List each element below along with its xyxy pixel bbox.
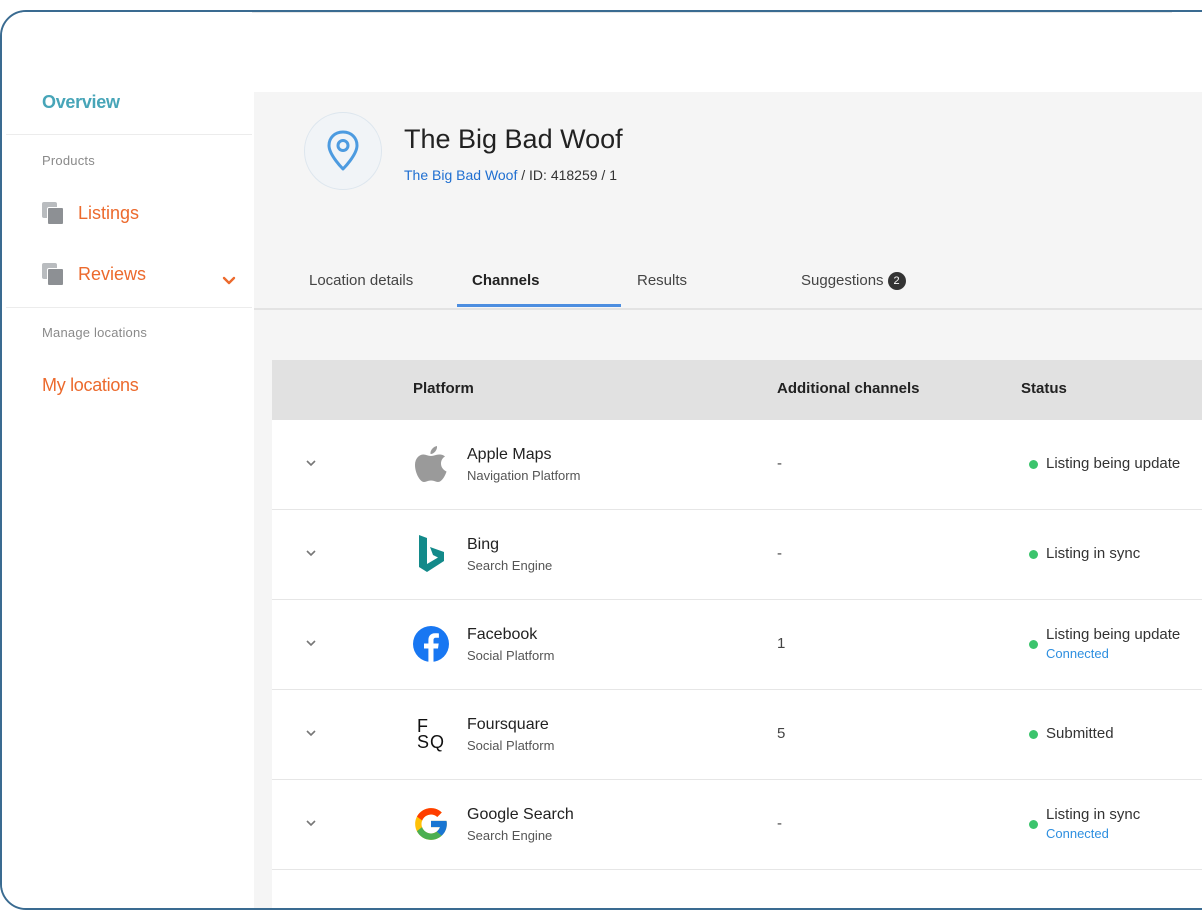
breadcrumb: The Big Bad Woof / ID: 418259 / 1 [404,167,617,183]
connected-link[interactable]: Connected [1046,826,1140,841]
column-header-platform[interactable]: Platform [413,380,474,397]
channels-table: Platform Additional channels Status Appl… [272,360,1202,908]
tab-label: Suggestions [801,272,884,289]
facebook-icon [412,624,450,664]
sidebar: Overview Products Listings Reviews Manag… [2,12,252,908]
tab-channels[interactable]: Channels [472,272,540,289]
status-cell: Listing being update Connected [1029,626,1180,661]
sidebar-item-label: Reviews [78,263,147,284]
expand-chevron-icon[interactable] [304,816,318,830]
status-cell: Listing being update [1029,455,1180,472]
tab-results[interactable]: Results [637,272,687,289]
platform-name: Apple Maps [467,446,552,463]
page-title: The Big Bad Woof [404,124,623,154]
status-dot-icon [1029,550,1038,559]
additional-channels-value: 5 [777,725,786,742]
status-text: Listing in sync [1046,545,1141,562]
app-window: Overview Products Listings Reviews Manag… [0,10,1202,910]
sidebar-section-products: Products [42,153,95,168]
reviews-icon [42,263,64,286]
status-dot-icon [1029,730,1038,739]
platform-name: Google Search [467,806,574,823]
additional-channels-value: - [777,815,782,832]
expand-chevron-icon[interactable] [304,726,318,740]
status-text: Listing being update Connected [1046,626,1180,661]
platform-type: Social Platform [467,738,555,753]
sidebar-divider [6,134,252,135]
table-row[interactable]: Facebook Social Platform 1 Listing being… [272,600,1202,690]
main-content: The Big Bad Woof The Big Bad Woof / ID: … [254,92,1202,908]
status-cell: Listing in sync Connected [1029,806,1140,841]
platform-name: Facebook [467,626,538,643]
tab-bar: Location details Channels Results Sugges… [254,262,1202,310]
sidebar-item-overview[interactable]: Overview [42,92,120,113]
table-row[interactable]: Bing Search Engine - Listing in sync [272,510,1202,600]
sidebar-divider [6,307,252,308]
platform-name: Bing [467,536,500,553]
tab-location-details[interactable]: Location details [309,272,413,289]
table-row[interactable] [272,870,1202,908]
chevron-down-icon[interactable] [220,272,238,290]
tab-suggestions[interactable]: Suggestions 2 [801,272,906,290]
sidebar-item-label: Listings [78,202,140,223]
active-tab-indicator [457,304,621,307]
expand-chevron-icon[interactable] [304,636,318,650]
status-label: Listing being update [1046,626,1181,643]
sidebar-item-my-locations[interactable]: My locations [42,375,139,396]
status-dot-icon [1029,820,1038,829]
platform-name: Foursquare [467,716,549,733]
status-label: Listing in sync [1046,806,1141,823]
status-cell: Submitted [1029,725,1114,742]
column-header-additional-channels[interactable]: Additional channels [777,380,920,397]
table-row[interactable]: F SQ Foursquare Social Platform 5 Submit… [272,690,1202,780]
status-dot-icon [1029,460,1038,469]
table-row[interactable]: Google Search Search Engine - Listing in… [272,780,1202,870]
platform-type: Navigation Platform [467,468,581,483]
foursquare-icon: F SQ [412,714,450,754]
expand-chevron-icon[interactable] [304,546,318,560]
status-text: Listing being update [1046,455,1181,472]
breadcrumb-id: / ID: 418259 / 1 [517,167,617,183]
column-header-status[interactable]: Status [1021,380,1067,397]
sidebar-section-manage: Manage locations [42,325,148,340]
platform-type: Search Engine [467,828,553,843]
table-header: Platform Additional channels Status [272,360,1202,420]
platform-type: Search Engine [467,558,553,573]
expand-chevron-icon[interactable] [304,456,318,470]
status-text: Listing in sync Connected [1046,806,1140,841]
listings-icon [42,202,64,225]
google-icon [412,804,450,844]
location-pin-icon [304,112,382,190]
sidebar-item-reviews[interactable]: Reviews [42,263,147,286]
apple-icon [412,444,450,484]
platform-type: Social Platform [467,648,555,663]
status-cell: Listing in sync [1029,545,1140,562]
bing-icon [412,534,450,574]
status-dot-icon [1029,640,1038,649]
sidebar-item-listings[interactable]: Listings [42,202,140,225]
foursquare-logo-line-2: SQ [416,732,445,752]
breadcrumb-link[interactable]: The Big Bad Woof [404,167,517,183]
additional-channels-value: 1 [777,635,786,652]
status-text: Submitted [1046,725,1114,742]
additional-channels-value: - [777,545,782,562]
additional-channels-value: - [777,455,782,472]
suggestions-count-badge: 2 [887,272,906,290]
connected-link[interactable]: Connected [1046,646,1180,661]
table-row[interactable]: Apple Maps Navigation Platform - Listing… [272,420,1202,510]
